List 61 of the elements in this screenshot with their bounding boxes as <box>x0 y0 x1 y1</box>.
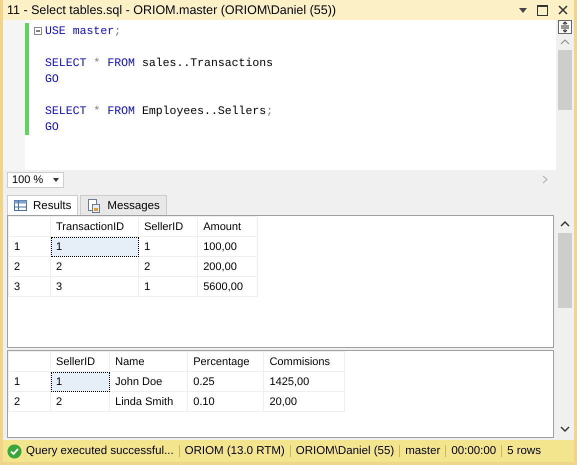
column-header[interactable]: SellerID <box>138 216 198 236</box>
table-cell: 0.10 <box>188 392 264 412</box>
table-cell: 2 <box>50 256 139 276</box>
table-cell: 5600,00 <box>198 276 258 296</box>
row-number: 3 <box>8 276 50 296</box>
table-cell: 100,00 <box>198 236 258 256</box>
close-icon[interactable] <box>558 5 568 15</box>
column-header[interactable]: SellerID <box>50 352 110 372</box>
window-title: 11 - Select tables.sql - ORIOM.master (ORIOM\Daniel (55)) <box>7 3 338 17</box>
column-header[interactable]: Commisions <box>264 352 344 372</box>
row-number: 2 <box>8 392 50 412</box>
status-text: master <box>405 445 440 457</box>
table-cell: 20,00 <box>264 392 344 412</box>
caret-icon <box>53 178 60 182</box>
status-text: 5 rows <box>507 445 541 457</box>
code-token: * <box>93 56 100 70</box>
table-cell: 1425,00 <box>264 372 344 392</box>
status-text: ORIOM\Daniel (55) <box>296 445 394 457</box>
code-token: sales..Transactions <box>142 56 274 70</box>
column-header[interactable]: Amount <box>198 216 258 236</box>
table-cell: 1 <box>50 236 139 256</box>
code-token: FROM <box>107 56 135 70</box>
table-cell: John Doe <box>110 372 188 392</box>
code-token: ; <box>266 104 274 118</box>
code-token: master <box>72 24 114 38</box>
dropdown-icon[interactable] <box>519 8 527 12</box>
code-token: Employees..Sellers <box>142 104 266 118</box>
code-token: FROM <box>107 104 135 118</box>
collapse-icon[interactable] <box>34 27 42 35</box>
scrollbar[interactable] <box>556 20 574 170</box>
code-token: USE <box>45 24 66 38</box>
code-token: SELECT <box>45 56 86 70</box>
status-text: ORIOM (13.0 RTM) <box>184 445 285 457</box>
row-number: 2 <box>8 256 50 276</box>
code-token: SELECT <box>45 104 86 118</box>
tab[interactable]: Messages <box>80 195 167 215</box>
column-header[interactable]: Percentage <box>188 352 264 372</box>
code-token: ; <box>114 24 122 38</box>
maximize-icon[interactable] <box>537 4 548 16</box>
table-cell: Linda Smith <box>110 392 188 412</box>
grid-icon <box>14 200 27 211</box>
code-token: * <box>93 104 100 118</box>
column-header[interactable]: Name <box>110 352 188 372</box>
table-cell: 1 <box>138 236 198 256</box>
table-cell: 1 <box>138 276 198 296</box>
code-token: GO <box>45 72 59 86</box>
table-cell: 0.25 <box>188 372 264 392</box>
tab[interactable]: Results <box>7 195 78 215</box>
document-icon <box>87 198 102 212</box>
table-cell: 2 <box>138 256 198 276</box>
column-header[interactable]: TransactionID <box>50 216 139 236</box>
check-icon <box>7 444 22 458</box>
zoom-dropdown[interactable]: 100 % <box>7 172 64 188</box>
table-cell: 200,00 <box>198 256 258 276</box>
status-text: 00:00:00 <box>451 445 496 457</box>
table-cell: 1 <box>50 372 110 392</box>
split-icon[interactable] <box>558 20 572 34</box>
status-text: Query executed successful... <box>26 445 174 457</box>
table-cell: 2 <box>50 392 110 412</box>
code-token: GO <box>45 120 59 134</box>
table-cell: 3 <box>50 276 139 296</box>
